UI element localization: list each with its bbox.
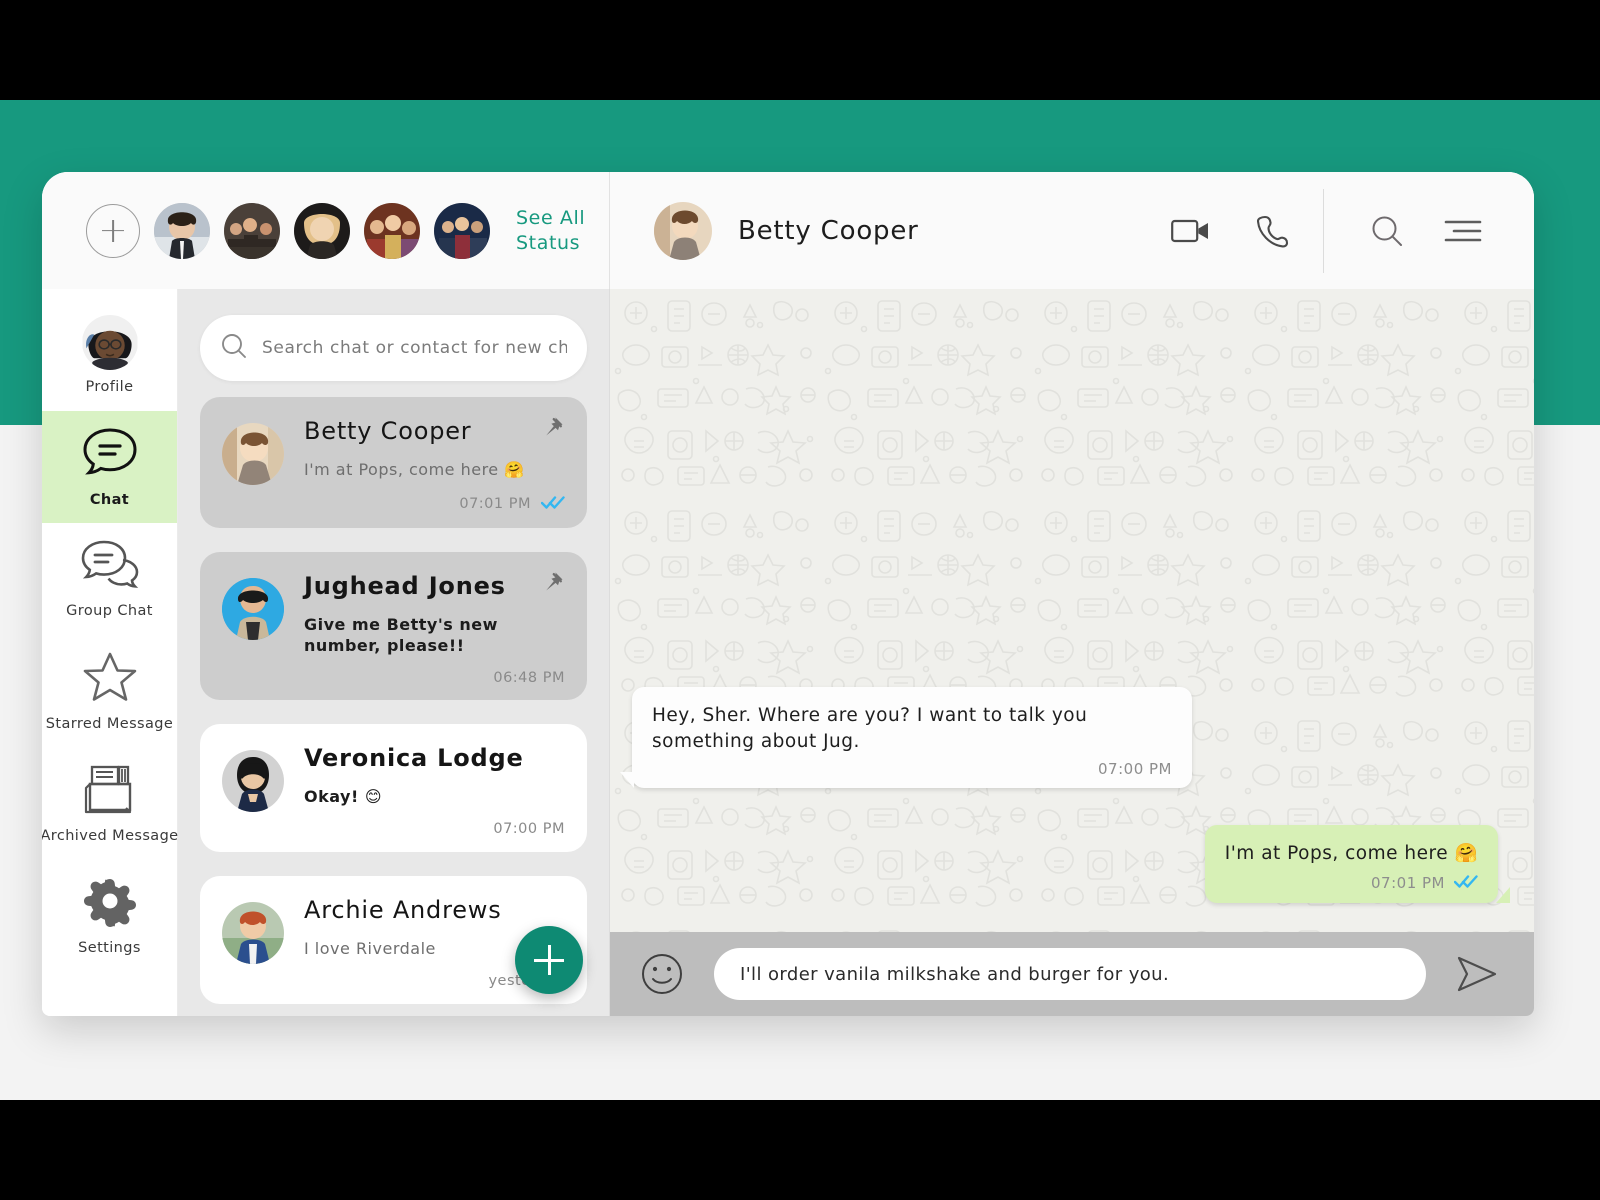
search-icon[interactable] xyxy=(1370,214,1404,248)
search-box[interactable] xyxy=(200,315,587,381)
smiley-icon[interactable] xyxy=(638,950,686,998)
status-avatar-3[interactable] xyxy=(294,202,350,259)
conversation-background: Hey, Sher. Where are you? I want to talk… xyxy=(610,289,1534,932)
chat-item-footer: 07:00 PM xyxy=(304,821,565,837)
add-status-button[interactable] xyxy=(86,203,140,258)
whatsapp-window: See All Status Betty Cooper Profile Chat… xyxy=(42,172,1534,1016)
message-bubble-inbound[interactable]: Hey, Sher. Where are you? I want to talk… xyxy=(620,687,1192,789)
send-icon[interactable] xyxy=(1454,951,1500,997)
header-utility-actions xyxy=(1323,188,1534,273)
read-receipt-icon xyxy=(1453,873,1478,893)
contact-name: Betty Cooper xyxy=(304,417,472,445)
read-receipt-icon xyxy=(540,494,565,514)
search-icon xyxy=(220,332,248,364)
message-bubble-outbound[interactable]: I'm at Pops, come here 🤗 07:01 PM xyxy=(1204,825,1511,903)
chat-list-item-betty-cooper[interactable]: Betty Cooper I'm at Pops, come here 🤗 07… xyxy=(200,397,587,529)
message-time: 07:00 PM xyxy=(1098,760,1172,779)
sidebar-item-label: Profile xyxy=(85,379,134,395)
conversation-avatar[interactable] xyxy=(654,201,712,260)
sidebar-nav: Profile Chat Group Chat Starred Message … xyxy=(42,289,178,1016)
timestamp: 07:01 PM xyxy=(459,496,531,513)
timestamp: 07:00 PM xyxy=(493,821,565,838)
chat-item-footer: 07:01 PM xyxy=(304,494,565,514)
message-preview: I'm at Pops, come here 🤗 xyxy=(304,460,525,479)
archive-icon xyxy=(82,763,138,819)
group-chat-icon xyxy=(80,540,140,594)
profile-avatar xyxy=(82,315,138,370)
sidebar-item-label: Archived Message xyxy=(42,827,179,844)
sidebar-item-settings[interactable]: Settings xyxy=(42,859,177,971)
see-all-status-link[interactable]: See All Status xyxy=(516,206,600,255)
phone-call-icon[interactable] xyxy=(1257,214,1289,248)
call-actions xyxy=(1171,214,1323,248)
menu-icon[interactable] xyxy=(1444,217,1482,245)
pin-icon[interactable] xyxy=(539,570,565,600)
search-area xyxy=(178,289,609,397)
chat-list-item-jughead-jones[interactable]: Jughead Jones Give me Betty's new number… xyxy=(200,552,587,701)
message-text: I'm at Pops, come here 🤗 xyxy=(1224,843,1478,864)
window-body: Profile Chat Group Chat Starred Message … xyxy=(42,289,1534,1016)
message-list: Hey, Sher. Where are you? I want to talk… xyxy=(610,289,1534,932)
status-avatar-5[interactable] xyxy=(434,202,490,259)
message-meta: 07:00 PM xyxy=(652,760,1172,778)
letterbox-bottom xyxy=(0,1100,1600,1200)
contact-name: Jughead Jones xyxy=(304,572,506,601)
message-text: Hey, Sher. Where are you? I want to talk… xyxy=(652,705,1088,752)
contact-name: Archie Andrews xyxy=(304,896,502,925)
message-meta: 07:01 PM xyxy=(1225,873,1478,893)
sidebar-item-archived-message[interactable]: Archived Message xyxy=(42,747,179,859)
sidebar-item-chat[interactable]: Chat xyxy=(42,411,177,523)
sidebar-item-starred-message[interactable]: Starred Message xyxy=(42,635,177,747)
avatar xyxy=(222,750,284,813)
video-call-icon[interactable] xyxy=(1171,217,1211,245)
sidebar-item-label: Chat xyxy=(89,491,130,508)
chat-list-pane: Betty Cooper I'm at Pops, come here 🤗 07… xyxy=(178,289,610,1016)
timestamp: 06:48 PM xyxy=(493,670,565,687)
conversation-contact-name: Betty Cooper xyxy=(738,215,919,246)
message-composer xyxy=(610,932,1534,1016)
star-icon xyxy=(82,651,138,707)
sidebar-item-label: Group Chat xyxy=(66,602,153,619)
chat-list-item-veronica-lodge[interactable]: Veronica Lodge Okay! 😊 07:00 PM xyxy=(200,724,587,853)
sidebar-item-group-chat[interactable]: Group Chat xyxy=(42,523,177,635)
search-input[interactable] xyxy=(262,338,567,358)
conversation-pane: Hey, Sher. Where are you? I want to talk… xyxy=(610,289,1534,1016)
sidebar-item-profile[interactable]: Profile xyxy=(42,299,177,411)
sidebar-item-label: Settings xyxy=(78,939,141,956)
status-avatar-1[interactable] xyxy=(154,202,210,259)
window-top-bar: See All Status Betty Cooper xyxy=(42,172,1534,289)
avatar xyxy=(222,902,284,965)
status-avatar-4[interactable] xyxy=(364,202,420,259)
status-strip: See All Status xyxy=(42,172,610,289)
avatar xyxy=(222,578,284,641)
sidebar-item-label: Starred Message xyxy=(45,715,174,732)
conversation-header: Betty Cooper xyxy=(610,172,1534,289)
message-preview: Give me Betty's new number, please!! xyxy=(304,615,498,656)
message-time: 07:01 PM xyxy=(1371,873,1445,892)
avatar xyxy=(222,423,284,485)
new-chat-button[interactable] xyxy=(515,926,583,994)
message-input[interactable] xyxy=(740,963,1400,985)
message-input-wrapper[interactable] xyxy=(714,948,1426,1000)
contact-name: Veronica Lodge xyxy=(304,744,524,773)
status-avatar-2[interactable] xyxy=(224,202,280,259)
chat-item-footer: 06:48 PM xyxy=(304,670,565,686)
gear-icon xyxy=(83,875,137,931)
chat-bubble-icon xyxy=(81,427,139,483)
pin-icon[interactable] xyxy=(539,415,565,445)
screenshot-stage: See All Status Betty Cooper Profile Chat… xyxy=(0,0,1600,1200)
message-preview: Okay! 😊 xyxy=(304,787,383,807)
